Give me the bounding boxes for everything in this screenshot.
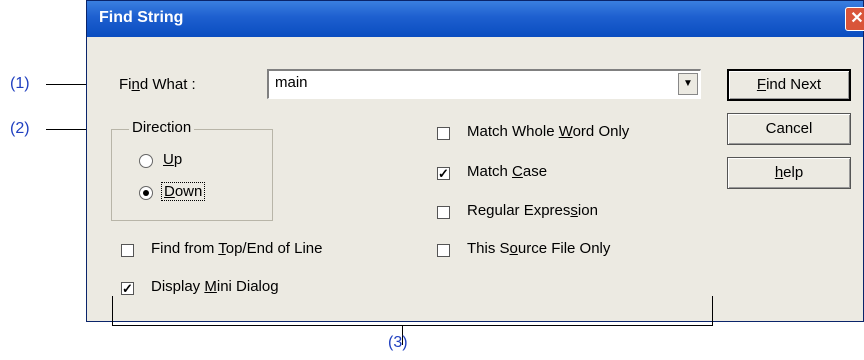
callout-1: (1): [10, 75, 30, 92]
match-case-label[interactable]: Match Case: [467, 163, 547, 180]
callout-2: (2): [10, 120, 30, 137]
direction-down-radio[interactable]: [139, 186, 153, 200]
find-from-top-end-label[interactable]: Find from Top/End of Line: [151, 240, 323, 257]
callout-3-bracket-right: [712, 296, 713, 326]
chevron-down-icon: ▼: [683, 78, 693, 89]
display-mini-dialog-checkbox[interactable]: ✓: [121, 282, 134, 295]
direction-legend: Direction: [129, 119, 195, 136]
dropdown-button[interactable]: ▼: [678, 73, 698, 95]
callout-3-bracket-bottom: [112, 325, 713, 326]
this-source-file-only-checkbox[interactable]: [437, 244, 450, 257]
display-mini-dialog-label[interactable]: Display Mini Dialog: [151, 278, 279, 295]
match-case-checkbox[interactable]: ✓: [437, 167, 450, 180]
this-source-file-only-label[interactable]: This Source File Only: [467, 240, 610, 257]
checkmark-icon: ✓: [122, 281, 133, 296]
regular-expression-checkbox[interactable]: [437, 206, 450, 219]
regular-expression-label[interactable]: Regular Expression: [467, 202, 598, 219]
checkmark-icon: ✓: [438, 166, 449, 181]
direction-up-label[interactable]: Up: [163, 151, 182, 168]
title-bar[interactable]: Find String ✕: [87, 1, 864, 37]
find-string-dialog: Find String ✕ Find What : main ▼ Find Ne…: [86, 0, 864, 322]
close-button[interactable]: ✕: [845, 7, 864, 31]
dialog-title: Find String: [99, 9, 184, 26]
find-from-top-end-checkbox[interactable]: [121, 244, 134, 257]
close-icon: ✕: [850, 10, 864, 27]
callout-3-bracket-left: [112, 296, 113, 326]
cancel-button[interactable]: Cancel: [727, 113, 851, 145]
callout-3: (3): [388, 334, 408, 351]
find-what-combobox[interactable]: main ▼: [267, 69, 701, 99]
find-what-label: Find What :: [119, 76, 196, 93]
find-next-button[interactable]: Find Next: [727, 69, 851, 101]
radio-selected-dot: [143, 190, 149, 196]
direction-group: [111, 129, 273, 221]
help-button[interactable]: help: [727, 157, 851, 189]
direction-up-radio[interactable]: [139, 154, 153, 168]
direction-down-label[interactable]: Down: [161, 182, 206, 201]
find-what-input[interactable]: main: [275, 74, 308, 91]
match-whole-word-checkbox[interactable]: [437, 127, 450, 140]
match-whole-word-label[interactable]: Match Whole Word Only: [467, 123, 629, 140]
